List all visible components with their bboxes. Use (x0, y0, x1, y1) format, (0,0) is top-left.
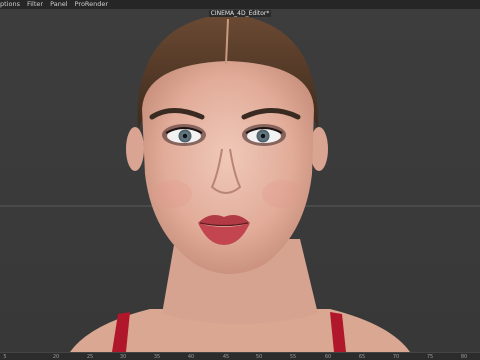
timeline-tick: 20 (52, 354, 60, 360)
left-ear (126, 127, 144, 171)
timeline-tick: 70 (392, 354, 400, 360)
timeline-tick: 30 (119, 354, 127, 360)
timeline-tick: 55 (289, 354, 297, 360)
timeline-tick: 35 (153, 354, 161, 360)
menu-filter[interactable]: Filter (24, 0, 43, 9)
right-eye (242, 124, 286, 146)
timeline-tick: 80 (460, 354, 468, 360)
character-render (70, 14, 410, 352)
menu-options[interactable]: ptions (0, 0, 20, 9)
menu-prorender[interactable]: ProRender (72, 0, 108, 9)
left-eye (162, 124, 206, 146)
timeline-tick: 65 (358, 354, 366, 360)
timeline-tick: 75 (426, 354, 434, 360)
right-cheek (262, 180, 302, 208)
menu-bar: ptions Filter Panel ProRender (0, 0, 480, 9)
menu-panel[interactable]: Panel (47, 0, 68, 9)
timeline-tick: 40 (187, 354, 195, 360)
timeline-tick: 50 (255, 354, 263, 360)
timeline-tick: 45 (222, 354, 230, 360)
timeline-tick: 25 (86, 354, 94, 360)
left-cheek (152, 180, 192, 208)
viewport-title: CINEMA_4D_Editor* (208, 10, 272, 17)
timeline-tick: 5 (3, 354, 7, 360)
c4d-window: ptions Filter Panel ProRender CINEMA_4D_… (0, 0, 480, 360)
timeline-ruler[interactable]: 5 20 25 30 35 40 45 50 55 60 65 70 75 80 (0, 352, 480, 360)
editor-viewport[interactable]: CINEMA_4D_Editor* (0, 9, 480, 352)
timeline-tick: 60 (324, 354, 332, 360)
